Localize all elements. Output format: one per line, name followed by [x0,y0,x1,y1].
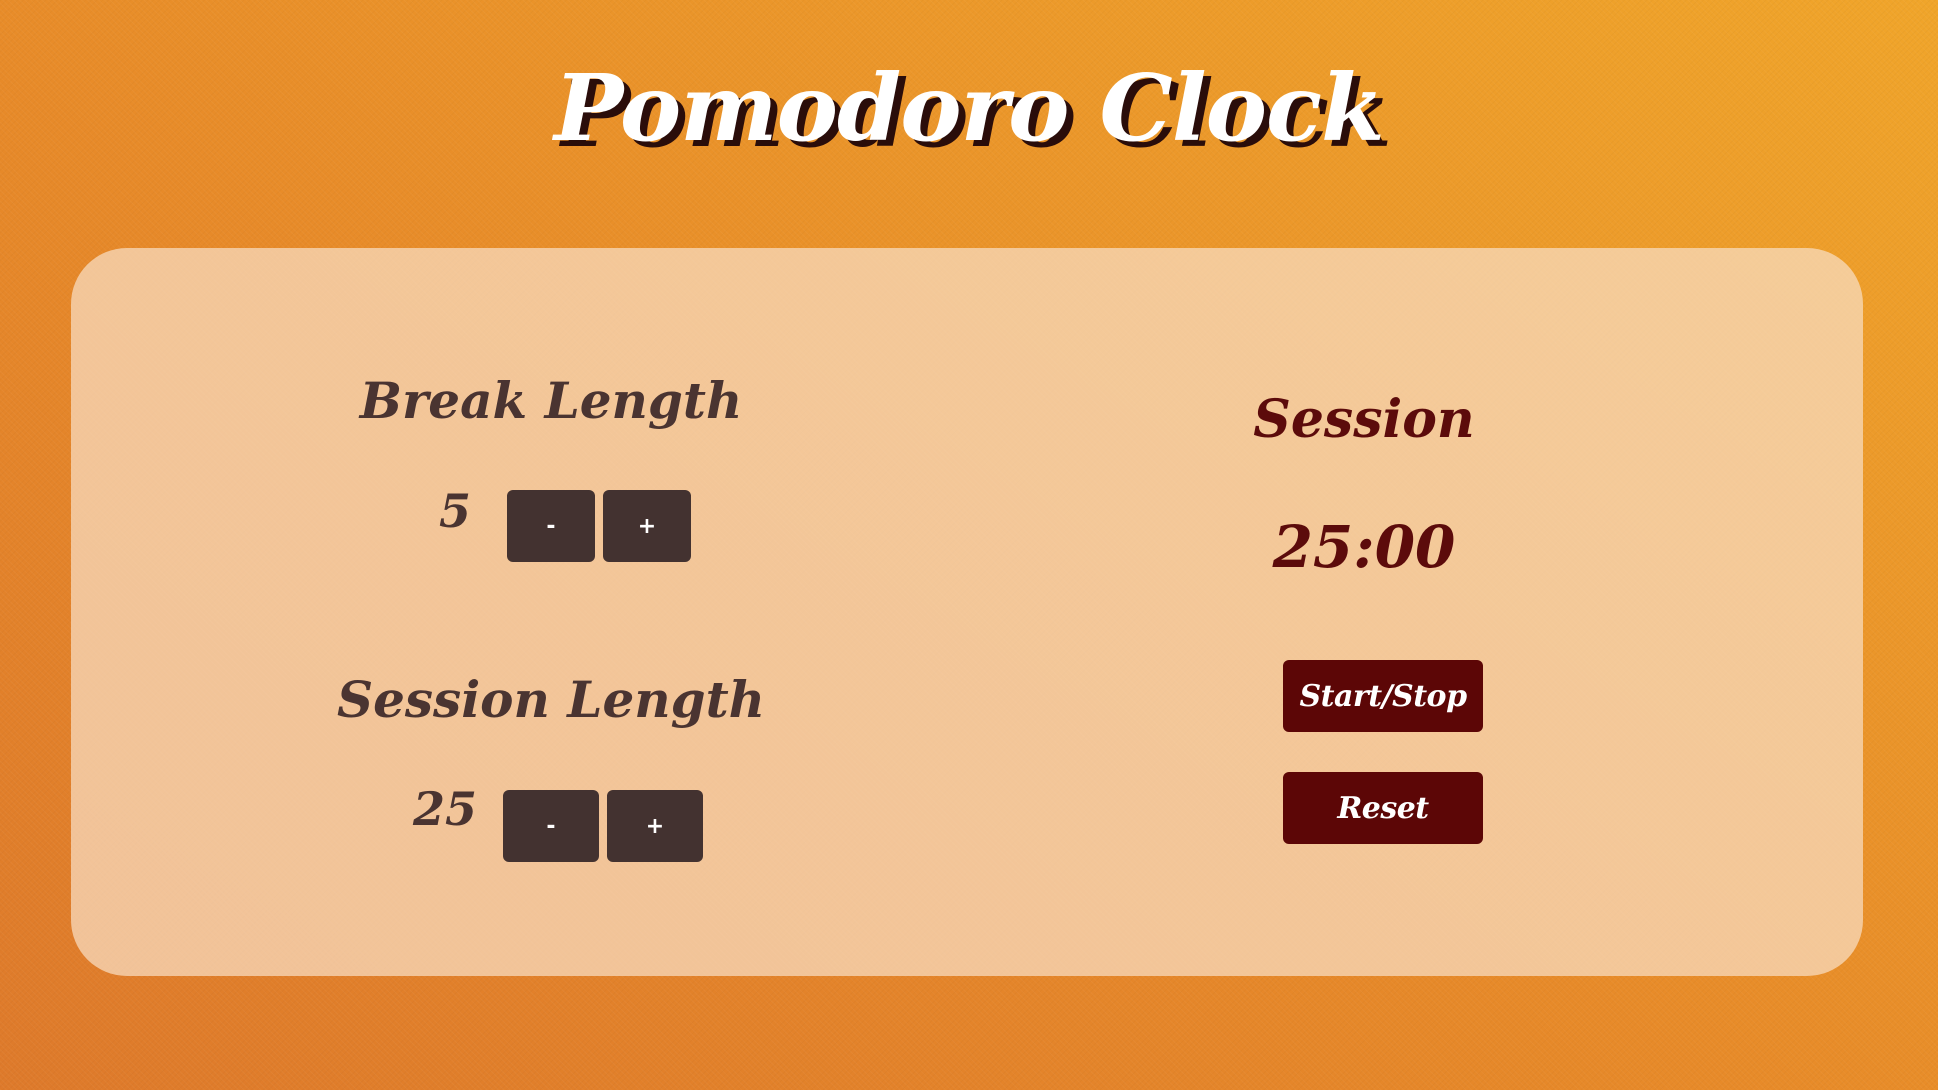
session-increment-button[interactable]: + [607,790,703,862]
break-length-label: Break Length [359,371,743,430]
timer-label: Session [1253,389,1475,450]
clock-panel: Break Length 5 - + Session Length 25 - +… [71,248,1863,976]
start-stop-button[interactable]: Start/Stop [1283,660,1483,732]
session-length-label: Session Length [336,670,766,729]
time-left: 25:00 [1272,513,1456,581]
page-title: Pomodoro Clock [554,54,1385,162]
reset-button[interactable]: Reset [1283,772,1483,844]
session-decrement-button[interactable]: - [503,790,599,862]
break-increment-button[interactable]: + [603,490,691,562]
session-length-value: 25 [412,782,477,836]
break-length-value: 5 [438,484,471,538]
break-decrement-button[interactable]: - [507,490,595,562]
